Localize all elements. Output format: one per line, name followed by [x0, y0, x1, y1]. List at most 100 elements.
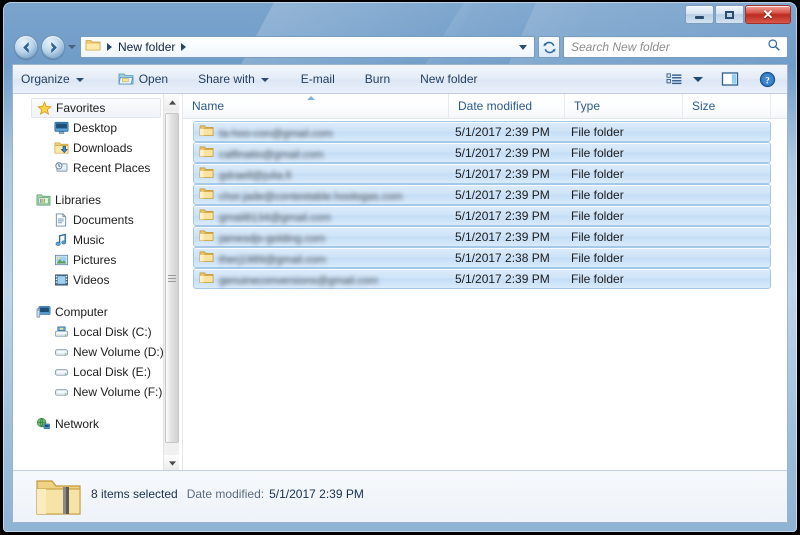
breadcrumb-separator-trailing-icon[interactable]	[181, 43, 187, 51]
open-folder-icon	[118, 72, 134, 86]
sidebar-item-music[interactable]: Music	[13, 230, 163, 250]
back-button[interactable]	[14, 35, 38, 59]
toolbar-open-button[interactable]: Open	[110, 67, 176, 91]
column-header-date-modified[interactable]: Date modified	[449, 94, 565, 118]
sidebar-item-recent-places[interactable]: Recent Places	[13, 158, 163, 178]
libraries-icon	[35, 192, 51, 208]
file-name-cell[interactable]: therj1989@gmail.com	[219, 250, 327, 266]
sidebar-item-pictures[interactable]: Pictures	[13, 250, 163, 270]
sidebar-item-libraries[interactable]: Libraries	[13, 190, 163, 210]
toolbar-email-label: E-mail	[300, 72, 335, 86]
type-cell: File folder	[571, 229, 624, 244]
file-name-cell[interactable]: ta-hoo-con@gmail.com	[219, 124, 333, 140]
minimize-button[interactable]	[685, 5, 714, 24]
forward-button[interactable]	[41, 35, 65, 59]
toolbar-email-button[interactable]: E-mail	[293, 67, 343, 91]
table-row[interactable]: gmail8134@gmail.com 5/1/2017 2:39 PM File …	[183, 205, 771, 226]
file-name-cell[interactable]: genuineconversions@gmail.com	[219, 271, 378, 287]
file-name-label: gdraell@julia.fi	[219, 170, 292, 182]
drive-icon	[53, 344, 69, 360]
sidebar-item-local-disk-e[interactable]: Local Disk (E:)	[13, 362, 163, 382]
file-list-pane[interactable]: Name Date modified Type Size ta-hoo-con@…	[183, 94, 787, 472]
title-bar[interactable]: ✕	[3, 2, 797, 30]
sidebar-item-favorites[interactable]: Favorites	[31, 98, 161, 118]
table-row[interactable]: chor.jade@contestable.hoologas.com 5/1/20…	[183, 184, 771, 205]
svg-text:?: ?	[765, 75, 769, 85]
sidebar-item-recent-places-label: Recent Places	[73, 161, 151, 175]
toolbar-share-with-button[interactable]: Share with	[190, 67, 277, 91]
type-cell: File folder	[571, 187, 624, 202]
sidebar-item-desktop-label: Desktop	[73, 121, 118, 135]
column-header-type[interactable]: Type	[565, 94, 683, 118]
change-view-button[interactable]	[661, 67, 688, 91]
search-input[interactable]: Search New folder	[571, 40, 670, 54]
sidebar-item-new-volume-d[interactable]: New Volume (D:)	[13, 342, 163, 362]
star-icon	[36, 100, 52, 116]
address-dropdown-icon[interactable]	[519, 44, 527, 50]
desktop-icon	[53, 120, 69, 136]
file-name-label: therj1989@gmail.com	[219, 254, 327, 266]
refresh-button[interactable]	[538, 36, 560, 58]
column-header-name-label: Name	[192, 99, 225, 113]
breadcrumb-item-new-folder[interactable]: New folder	[118, 40, 175, 54]
folder-icon	[199, 124, 214, 142]
history-dropdown-icon[interactable]	[68, 45, 76, 49]
file-name-label: jamesdjs-golding.com	[219, 233, 326, 245]
type-cell: File folder	[571, 250, 624, 265]
scrollbar-thumb[interactable]	[165, 113, 179, 443]
command-bar: Organize Open Share with E-mail Burn New…	[13, 65, 787, 94]
scroll-up-button[interactable]	[164, 94, 180, 111]
toolbar-open-label: Open	[138, 72, 169, 86]
search-box[interactable]: Search New folder	[563, 36, 788, 58]
sidebar-item-videos[interactable]: Videos	[13, 270, 163, 290]
navigation-pane-scrollbar[interactable]	[163, 94, 180, 472]
sidebar-item-local-disk-c[interactable]: Local Disk (C:)	[13, 322, 163, 342]
column-header-name[interactable]: Name	[183, 94, 449, 118]
table-row[interactable]: gdraell@julia.fi 5/1/2017 2:39 PM File fol…	[183, 163, 771, 184]
column-header-row: Name Date modified Type Size	[183, 94, 787, 119]
minimize-icon	[695, 16, 704, 19]
help-button[interactable]: ?	[754, 67, 781, 91]
toolbar-organize-button[interactable]: Organize	[13, 67, 92, 91]
file-name-cell[interactable]: calfinatio@gmail.com	[219, 145, 324, 161]
sidebar-item-videos-label: Videos	[73, 273, 110, 287]
close-button[interactable]: ✕	[745, 5, 791, 24]
address-bar[interactable]: New folder	[80, 36, 535, 58]
type-cell: File folder	[571, 124, 624, 139]
file-name-cell[interactable]: gdraell@julia.fi	[219, 166, 292, 182]
close-icon: ✕	[762, 7, 774, 22]
table-row[interactable]: jamesdjs-golding.com 5/1/2017 2:39 PM File…	[183, 226, 771, 247]
sidebar-item-computer[interactable]: Computer	[13, 302, 163, 322]
date-modified-cell: 5/1/2017 2:39 PM	[455, 229, 550, 244]
sidebar-item-downloads[interactable]: Downloads	[13, 138, 163, 158]
command-bar-right-group: ?	[661, 67, 787, 91]
toolbar-burn-button[interactable]: Burn	[357, 67, 398, 91]
sidebar-item-new-volume-f[interactable]: New Volume (F:)	[13, 382, 163, 402]
column-header-date-modified-label: Date modified	[458, 99, 533, 113]
sidebar-item-network[interactable]: Network	[13, 414, 163, 434]
file-name-cell[interactable]: chor.jade@contestable.hoologas.com	[219, 187, 403, 203]
toolbar-new-folder-button[interactable]: New folder	[412, 67, 485, 91]
column-header-size[interactable]: Size	[683, 94, 771, 118]
table-row[interactable]: ta-hoo-con@gmail.com 5/1/2017 2:39 PM File…	[183, 121, 771, 142]
sidebar-item-new-volume-d-label: New Volume (D:)	[73, 345, 163, 359]
maximize-button[interactable]	[715, 5, 744, 24]
sidebar-item-documents[interactable]: Documents	[13, 210, 163, 230]
preview-pane-button[interactable]	[716, 67, 744, 91]
system-drive-icon	[53, 324, 69, 340]
file-name-cell[interactable]: jamesdjs-golding.com	[219, 229, 326, 245]
table-row[interactable]: genuineconversions@gmail.com 5/1/2017 2:3…	[183, 268, 771, 289]
navigation-pane[interactable]: Favorites Desktop Downloads Recent Place…	[13, 94, 163, 472]
address-bar-row: New folder Search New folder	[3, 32, 797, 62]
table-row[interactable]: calfinatio@gmail.com 5/1/2017 2:39 PM File…	[183, 142, 771, 163]
date-modified-value: 5/1/2017 2:39 PM	[269, 487, 364, 501]
change-view-dropdown-button[interactable]	[688, 67, 708, 91]
table-row[interactable]: therj1989@gmail.com 5/1/2017 2:38 PM File …	[183, 247, 771, 268]
sidebar-item-desktop[interactable]: Desktop	[13, 118, 163, 138]
file-name-label: chor.jade@contestable.hoologas.com	[219, 191, 403, 203]
breadcrumb-separator-icon[interactable]	[107, 43, 112, 51]
sidebar-item-pictures-label: Pictures	[73, 253, 117, 267]
file-name-cell[interactable]: gmail8134@gmail.com	[219, 208, 331, 224]
recent-places-icon	[53, 160, 69, 176]
date-modified-cell: 5/1/2017 2:39 PM	[455, 166, 550, 181]
